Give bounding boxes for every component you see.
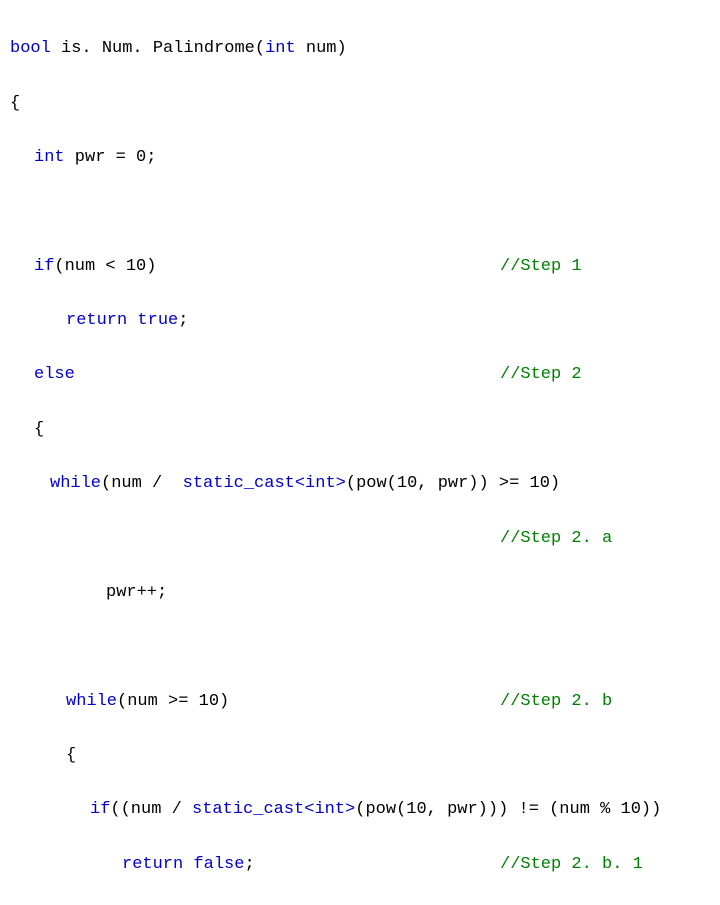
code-text: ; (178, 311, 188, 330)
code-text: pwr++; (106, 583, 167, 602)
code-text: ; (244, 855, 254, 874)
keyword-if: if (90, 800, 110, 819)
code-line: //Step 2. a (10, 525, 710, 552)
keyword-return: return (122, 855, 183, 874)
code-text: (pow(10, pwr)) >= 10) (346, 474, 560, 493)
comment-step2: //Step 2 (500, 361, 582, 388)
code-line: int pwr = 0; (10, 144, 710, 171)
blank-line (10, 633, 710, 660)
keyword-while: while (66, 692, 117, 711)
brace-open: { (66, 746, 76, 765)
code-line: return true; (10, 307, 710, 334)
code-line: { (10, 90, 710, 117)
code-text: (num < 10) (54, 257, 156, 276)
code-line: { (10, 416, 710, 443)
keyword-true: true (137, 311, 178, 330)
code-block: bool is. Num. Palindrome(int num) { int … (10, 8, 710, 905)
code-text: num) (296, 39, 347, 58)
keyword-bool: bool (10, 39, 51, 58)
comment-step1: //Step 1 (500, 253, 582, 280)
keyword-while: while (50, 474, 101, 493)
blank-line (10, 198, 710, 225)
keyword-else: else (34, 365, 75, 384)
code-text: (num >= 10) (117, 692, 229, 711)
code-text: (pow(10, pwr))) != (num % 10)) (355, 800, 661, 819)
code-text: pwr = 0; (65, 148, 157, 167)
code-line: while(num / static_cast<int>(pow(10, pwr… (10, 470, 710, 497)
code-text (183, 855, 193, 874)
code-line: while(num >= 10) //Step 2. b (10, 688, 710, 715)
code-line: return false; //Step 2. b. 1 (10, 851, 710, 878)
keyword-false: false (193, 855, 244, 874)
code-line: pwr++; (10, 579, 710, 606)
code-line: { (10, 742, 710, 769)
code-text: is. Num. Palindrome( (51, 39, 265, 58)
code-text (127, 311, 137, 330)
comment-step2b: //Step 2. b (500, 688, 612, 715)
keyword-if: if (34, 257, 54, 276)
code-text: ((num / (110, 800, 192, 819)
code-line: if(num < 10) //Step 1 (10, 253, 710, 280)
code-line: else //Step 2 (10, 361, 710, 388)
code-line: if((num / static_cast<int>(pow(10, pwr))… (10, 796, 710, 823)
comment-step2b1: //Step 2. b. 1 (500, 851, 643, 878)
brace-open: { (10, 94, 20, 113)
keyword-int: int (265, 39, 296, 58)
template-int: <int> (295, 474, 346, 493)
code-line: bool is. Num. Palindrome(int num) (10, 35, 710, 62)
keyword-int: int (34, 148, 65, 167)
keyword-return: return (66, 311, 127, 330)
code-text: (num / (101, 474, 183, 493)
keyword-staticcast: static_cast (192, 800, 304, 819)
brace-open: { (34, 420, 44, 439)
template-int: <int> (304, 800, 355, 819)
comment-step2a: //Step 2. a (500, 525, 612, 552)
keyword-staticcast: static_cast (183, 474, 295, 493)
